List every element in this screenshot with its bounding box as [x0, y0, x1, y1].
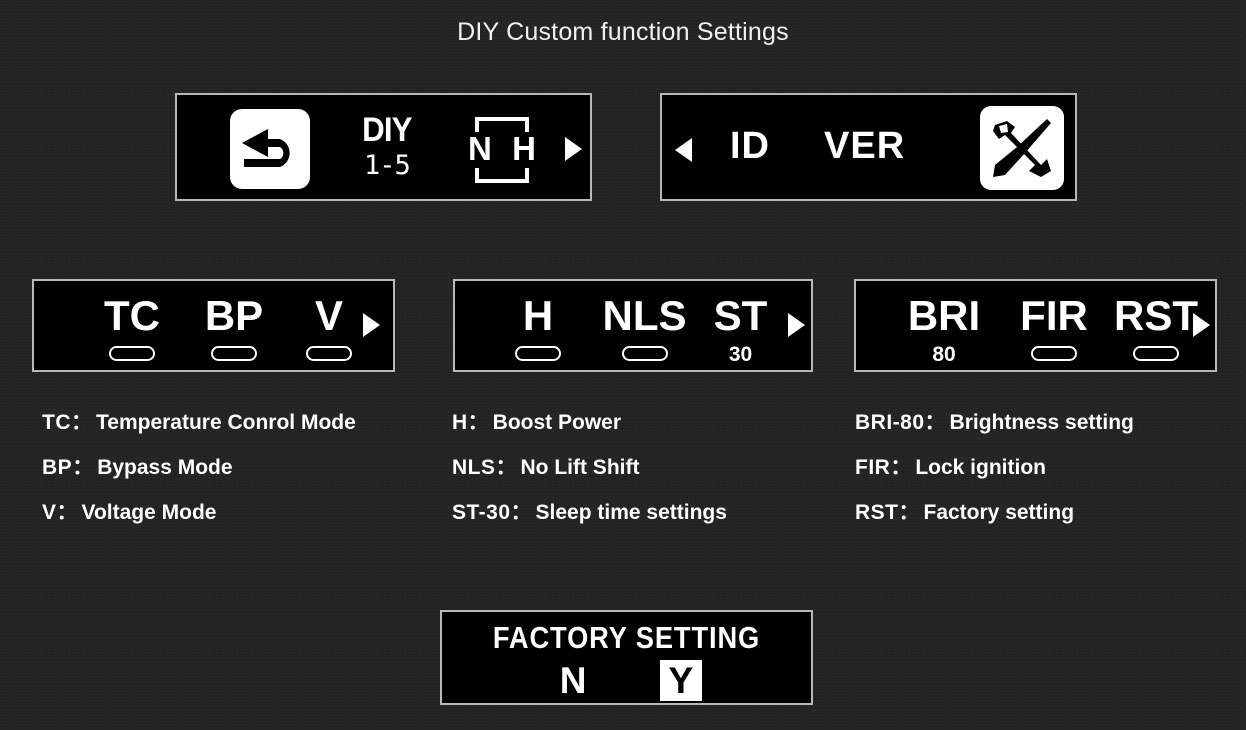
diy-block: DIY 1-5 [360, 113, 414, 179]
factory-setting-title: FACTORY SETTING [492, 620, 761, 655]
slot-label: ST [713, 292, 768, 339]
slot-value: 80 [932, 343, 956, 366]
slot-indicator-pill [621, 346, 668, 361]
legend-item: NLS： No Lift Shift [452, 445, 727, 490]
frame-top-edge [475, 117, 529, 121]
legend-description: Brightness setting [949, 411, 1134, 434]
legend-separator: ： [898, 501, 920, 524]
legend-separator: ： [56, 501, 78, 524]
slot-indicator-pill [515, 346, 561, 361]
slot-h[interactable]: H [498, 295, 578, 361]
slot-indicator-pill [306, 346, 352, 361]
ver-label[interactable]: VER [824, 127, 905, 165]
legend-description: Factory setting [923, 501, 1075, 524]
slot-label: NLS [602, 292, 687, 339]
factory-option-no[interactable]: N [551, 660, 596, 701]
slot-indicator-pill [109, 346, 155, 361]
frame-right-bottom-tick [525, 168, 529, 183]
legend-column-modes: TC： Temperature Conrol Mode BP： Bypass Mod… [42, 400, 356, 535]
slot-v[interactable]: V [284, 295, 374, 361]
slot-bri[interactable]: BRI 80 [889, 292, 999, 366]
legend-item: BP： Bypass Mode [42, 445, 356, 490]
legend-item: TC： Temperature Conrol Mode [42, 400, 356, 445]
legend-item: ST-30： Sleep time settings [452, 490, 727, 535]
legend-item: H： Boost Power [452, 400, 727, 445]
legend-item: BRI-80： Brightness setting [855, 400, 1134, 445]
legend-key: FIR [855, 456, 891, 479]
slot-tc[interactable]: TC [87, 295, 177, 361]
frame-left-bottom-tick [475, 168, 479, 183]
legend-key: RST [855, 501, 899, 524]
legend-separator: ： [72, 456, 94, 479]
legend-key: BP [42, 456, 73, 479]
legend-description: Temperature Conrol Mode [96, 411, 356, 434]
legend-key: V [42, 501, 57, 524]
legend-item: FIR： Lock ignition [855, 445, 1134, 490]
return-arrow-icon[interactable] [230, 109, 310, 189]
tools-glyph [993, 119, 1051, 177]
slot-nls[interactable]: NLS [592, 295, 697, 361]
display-panel-system: BRI 80 FIR RST [854, 279, 1217, 372]
legend-separator: ： [890, 456, 912, 479]
nh-option-n[interactable]: N [468, 132, 492, 165]
slot-st[interactable]: ST 30 [698, 292, 783, 366]
legend-description: Boost Power [492, 411, 622, 434]
diy-range-value: 1-5 [363, 150, 411, 181]
legend-description: Lock ignition [915, 456, 1046, 479]
legend-separator: ： [495, 456, 517, 479]
slot-label: BP [204, 292, 264, 339]
triangle-right-icon[interactable] [1193, 313, 1210, 337]
legend-separator: ： [71, 411, 92, 434]
legend-column-power: H： Boost Power NLS： No Lift Shift ST-30： Sl… [452, 400, 727, 535]
slot-indicator-pill [211, 346, 257, 361]
display-panel-idver: ID VER [660, 93, 1077, 201]
display-panel-power: H NLS ST 30 [453, 279, 813, 372]
page-title: DIY Custom function Settings [457, 18, 789, 46]
slot-bp[interactable]: BP [189, 295, 279, 361]
legend-description: Sleep time settings [535, 501, 727, 524]
slot-label: V [314, 292, 343, 339]
slot-value: 30 [728, 343, 753, 366]
display-panel-modes: TC BP V [32, 279, 395, 372]
wrench-screwdriver-icon[interactable] [980, 106, 1064, 190]
slot-label: TC [104, 292, 160, 339]
factory-option-yes[interactable]: Y [659, 660, 703, 701]
id-label[interactable]: ID [730, 127, 770, 165]
display-panel-diy: DIY 1-5 N H [175, 93, 592, 201]
legend-key: BRI-80 [855, 411, 925, 434]
slot-label: H [522, 292, 554, 339]
legend-separator: ： [510, 501, 532, 524]
slot-label: BRI [907, 292, 981, 339]
triangle-left-icon[interactable] [675, 138, 692, 162]
legend-key: TC [42, 411, 71, 434]
return-arrow-glyph [242, 129, 290, 167]
page-root: DIY Custom function Settings DIY 1-5 N H… [0, 0, 1246, 730]
diy-label: DIY [362, 111, 412, 149]
legend-key: ST-30 [452, 501, 511, 524]
legend-description: Bypass Mode [97, 456, 233, 479]
slot-indicator-pill [1031, 346, 1077, 361]
triangle-right-icon[interactable] [363, 313, 380, 337]
legend-key: NLS [452, 456, 496, 479]
slot-label: FIR [1020, 292, 1088, 339]
triangle-right-icon[interactable] [788, 313, 805, 337]
frame-bottom-edge [475, 179, 529, 183]
legend-separator: ： [467, 411, 489, 434]
legend-item: V： Voltage Mode [42, 490, 356, 535]
legend-description: Voltage Mode [81, 501, 217, 524]
display-panel-factory-setting: FACTORY SETTING N Y [440, 610, 813, 705]
factory-setting-options: N Y [442, 660, 811, 701]
slot-fir[interactable]: FIR [999, 295, 1109, 361]
triangle-right-icon[interactable] [565, 137, 582, 161]
legend-separator: ： [924, 411, 946, 434]
legend-description: No Lift Shift [520, 456, 640, 479]
slot-indicator-pill [1133, 346, 1179, 361]
legend-column-system: BRI-80： Brightness setting FIR： Lock ignit… [855, 400, 1134, 535]
legend-item: RST： Factory setting [855, 490, 1134, 535]
legend-key: H [452, 411, 468, 434]
nh-selector-frame[interactable]: N H [468, 117, 536, 183]
nh-option-h[interactable]: H [512, 132, 536, 165]
